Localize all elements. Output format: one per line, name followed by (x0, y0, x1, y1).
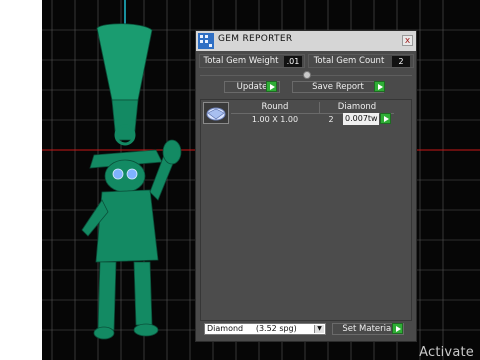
gem-weight-cell: 0.007tw (343, 113, 379, 125)
gem-list[interactable]: Round Diamond 1.00 X 1.00 2 0.007tw (200, 99, 412, 321)
gem-size-cell: 1.00 X 1.00 (251, 115, 299, 124)
total-weight-group: Total Gem Weight .01 (199, 54, 305, 68)
column-header-round: Round (231, 102, 320, 114)
total-weight-label: Total Gem Weight (203, 56, 279, 66)
chevron-down-icon[interactable]: ▼ (314, 325, 324, 333)
update-go-icon[interactable] (266, 81, 277, 92)
save-report-button[interactable]: Save Report (292, 81, 384, 93)
material-select[interactable]: Diamond (3.52 spg) ▼ (204, 323, 326, 335)
title-bar[interactable]: GEM REPORTER x (196, 31, 416, 51)
gem-reporter-panel: GEM REPORTER x Total Gem Weight .01 Tota… (195, 30, 417, 342)
save-report-go-icon[interactable] (374, 81, 385, 92)
jester-figure (81, 23, 182, 340)
row-go-icon[interactable] (380, 113, 391, 124)
gem-count-cell: 2 (328, 115, 334, 124)
save-report-label: Save Report (312, 82, 364, 92)
app-icon (198, 33, 214, 49)
set-material-label: Set Material (342, 324, 394, 334)
close-button[interactable]: x (402, 35, 413, 46)
window-title: GEM REPORTER (218, 34, 293, 44)
activation-watermark: Activate (419, 345, 474, 360)
total-count-group: Total Gem Count 2 (308, 54, 414, 68)
total-count-label: Total Gem Count (313, 56, 385, 66)
round-gem-icon[interactable] (203, 102, 229, 124)
splitter-handle[interactable] (303, 71, 311, 79)
total-count-value: 2 (392, 56, 410, 67)
update-label: Update (236, 82, 268, 92)
total-weight-value: .01 (284, 56, 302, 67)
material-selected-value: Diamond (3.52 spg) (207, 324, 297, 333)
set-material-go-icon[interactable] (392, 323, 403, 334)
